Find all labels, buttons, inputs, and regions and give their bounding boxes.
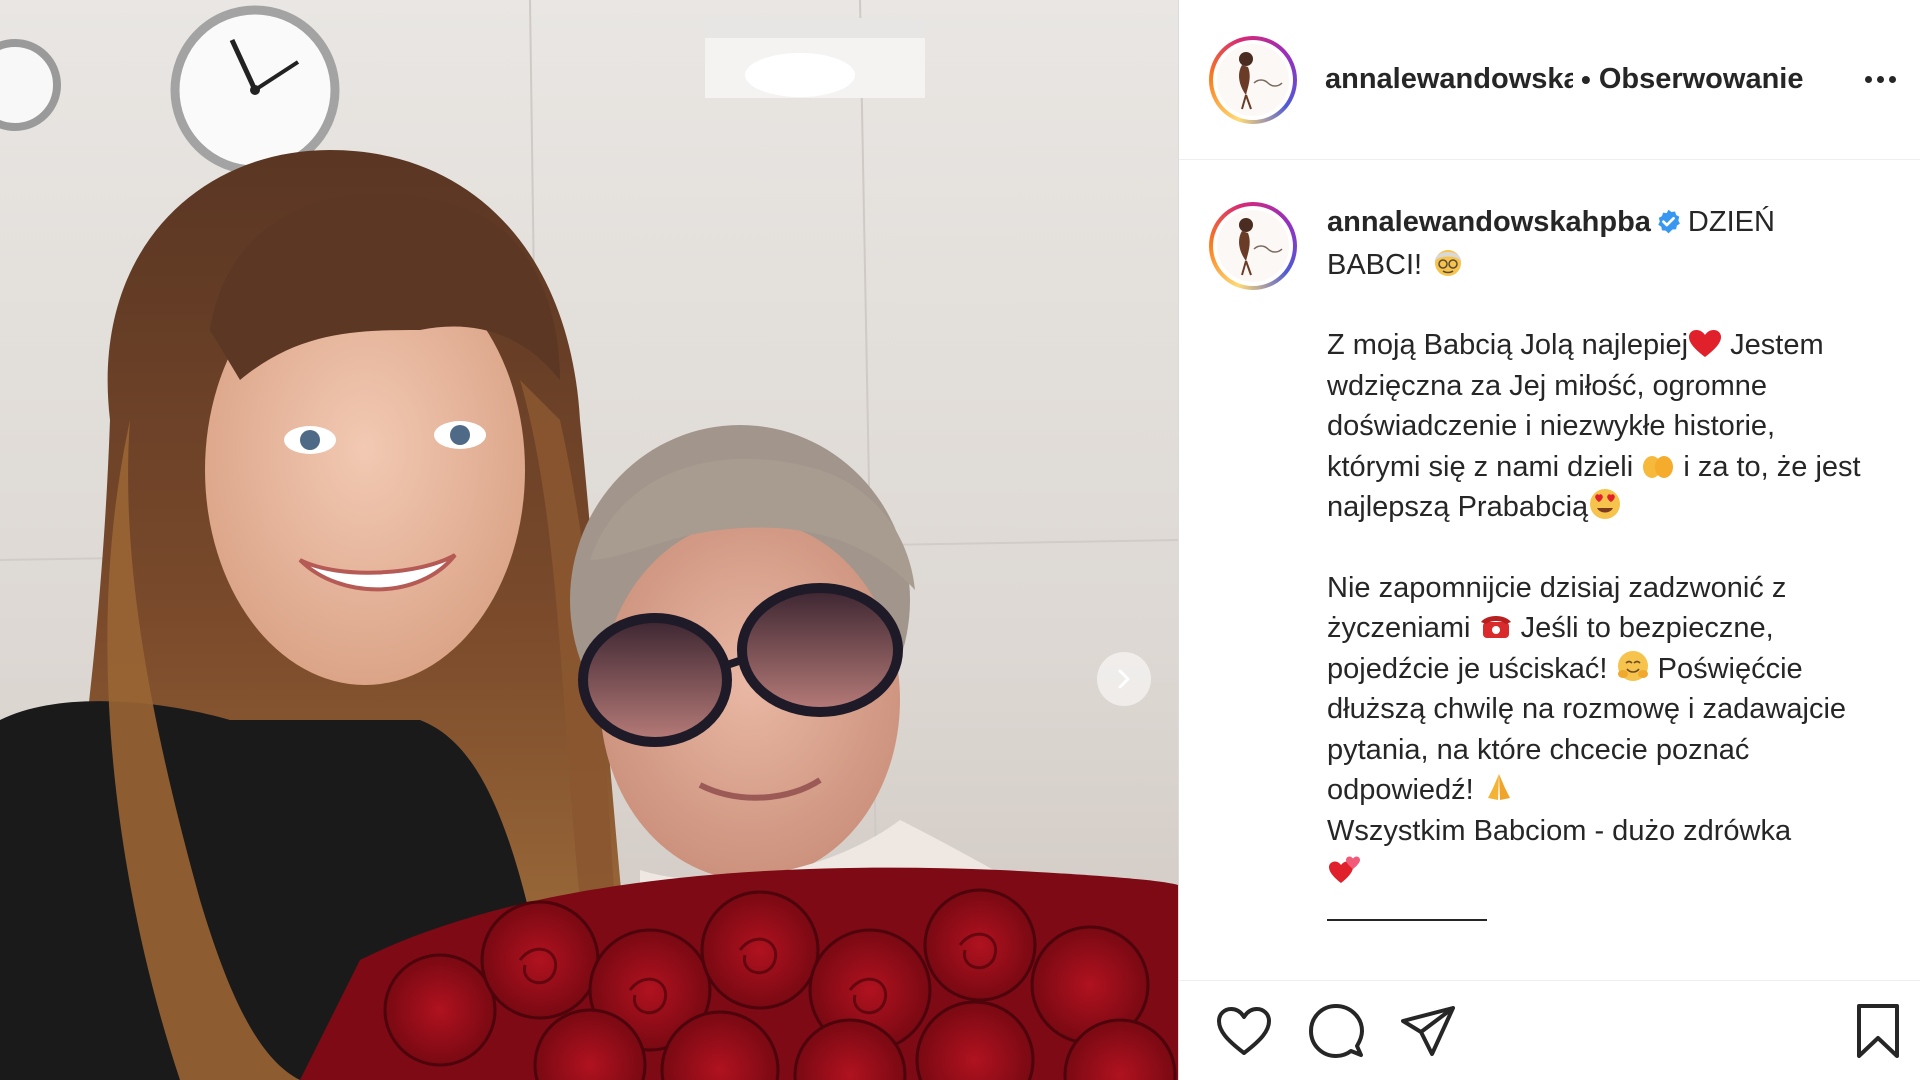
header-avatar[interactable] xyxy=(1209,35,1297,124)
comment-icon[interactable] xyxy=(1307,1002,1365,1060)
hugging-hands-emoji-icon xyxy=(1643,455,1674,478)
caption-paragraph-1: Z moją Babcią Jolą najlepiej Jestem wdzi… xyxy=(1327,325,1867,528)
wall-clock-left xyxy=(0,39,61,131)
caption-username[interactable]: annalewandowskahpba xyxy=(1327,206,1651,238)
heart-icon[interactable] xyxy=(1215,1004,1273,1058)
verified-badge-icon xyxy=(1658,209,1680,234)
wall-clock-right xyxy=(170,5,340,175)
header-separator: • xyxy=(1581,63,1591,95)
header-username[interactable]: annalewandowskahpba xyxy=(1325,63,1573,96)
following-button[interactable]: Obserwowanie xyxy=(1599,63,1804,96)
caption-paragraph-2: Nie zapomnijcie dzisiaj zadzwonić z życz… xyxy=(1327,568,1867,933)
profile-logo-icon xyxy=(1239,51,1283,109)
next-photo-button[interactable] xyxy=(1097,652,1151,706)
profile-logo-icon xyxy=(1239,218,1283,276)
folded-hands-emoji-icon xyxy=(1487,774,1510,800)
more-horizontal-icon[interactable] xyxy=(1865,68,1896,91)
hugging-face-emoji-icon xyxy=(1617,650,1648,681)
heart-eyes-emoji-icon xyxy=(1590,489,1621,519)
instagram-post: annalewandowskahpba • Obserwowanie xyxy=(0,0,1920,1080)
bookmark-icon[interactable] xyxy=(1853,1002,1903,1060)
two-hearts-emoji-icon xyxy=(1329,856,1360,883)
post-actions-bar xyxy=(1179,980,1920,1080)
post-header: annalewandowskahpba • Obserwowanie xyxy=(1179,0,1920,160)
chevron-right-icon xyxy=(1118,669,1130,689)
caption-p2-line4: Wszystkim Babciom - dużo zdrówka xyxy=(1327,814,1792,847)
old-woman-emoji-icon xyxy=(1435,249,1462,276)
post-photo[interactable] xyxy=(0,0,1178,1080)
red-heart-emoji-icon xyxy=(1689,330,1722,357)
caption-p1-line1: Z moją Babcią Jolą najlepiej xyxy=(1327,329,1689,361)
caption-area: annalewandowskahpba DZIEŃ BABCI! Z moją B… xyxy=(1179,160,1920,980)
photo-illustration xyxy=(0,0,1178,1080)
caption-text: annalewandowskahpba DZIEŃ BABCI! Z moją B… xyxy=(1327,202,1867,980)
caption-avatar[interactable] xyxy=(1209,202,1297,290)
caption-divider xyxy=(1327,897,1487,921)
post-side-panel: annalewandowskahpba • Obserwowanie xyxy=(1178,0,1920,1080)
telephone-emoji-icon xyxy=(1480,616,1511,638)
send-icon[interactable] xyxy=(1399,1004,1457,1058)
caption-first-line: annalewandowskahpba DZIEŃ BABCI! xyxy=(1327,202,1867,285)
